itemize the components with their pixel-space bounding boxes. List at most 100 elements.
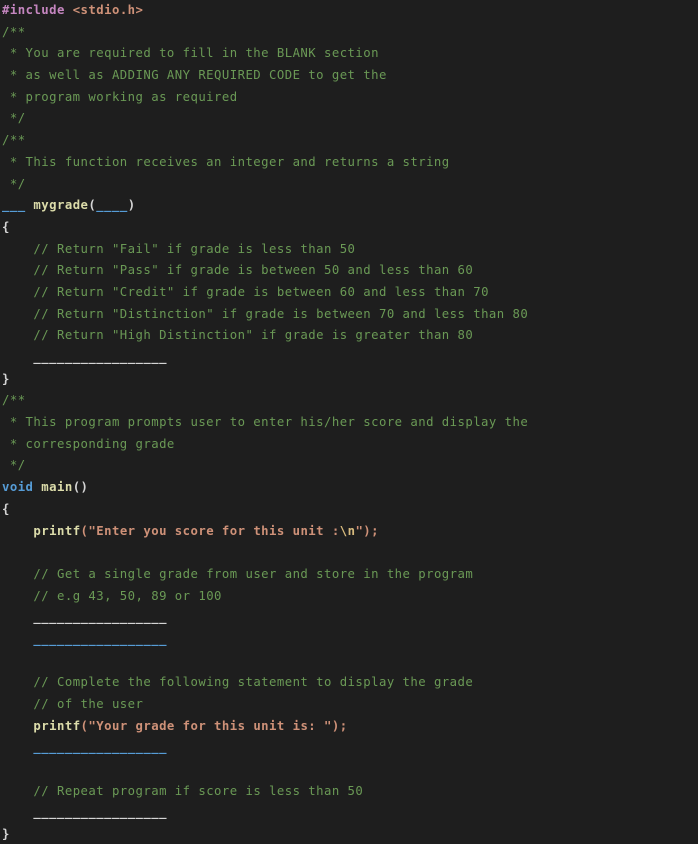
code-line-22: */: [0, 455, 698, 477]
code-line-20: * This program prompts user to enter his…: [0, 412, 698, 434]
comment-complete-statement: // Complete the following statement to d…: [33, 675, 474, 690]
code-line-1: #include <stdio.h>: [0, 0, 698, 22]
code-line-6: */: [0, 108, 698, 130]
code-line-2: /**: [0, 22, 698, 44]
code-line-18: }: [0, 369, 698, 391]
brace-open-main: {: [2, 501, 10, 516]
code-line-26-empty: [0, 542, 698, 564]
indent-29: [2, 610, 33, 624]
comment-this-program: * This program prompts user to enter his…: [2, 415, 529, 430]
code-line-8: * This function receives an integer and …: [0, 152, 698, 174]
comment-return-distinction: // Return "Distinction" if grade is betw…: [33, 306, 529, 321]
code-line-4: * as well as ADDING ANY REQUIRED CODE to…: [0, 65, 698, 87]
code-line-33: // of the user: [0, 694, 698, 716]
comment-you-are-required: * You are required to fill in the BLANK …: [2, 46, 379, 61]
code-line-32: // Complete the following statement to d…: [0, 672, 698, 694]
comment-program-working: * program working as required: [2, 89, 238, 104]
comment-eg-values: // e.g 43, 50, 89 or 100: [33, 588, 222, 603]
indent-30: [2, 632, 33, 646]
indent-13: [2, 263, 33, 277]
indent-37: [2, 784, 33, 798]
code-line-24: {: [0, 499, 698, 521]
comment-as-well-as: * as well as ADDING ANY REQUIRED CODE to…: [2, 68, 387, 83]
code-line-14: // Return "Credit" if grade is between 6…: [0, 282, 698, 304]
blank-fill-repeat-loop[interactable]: _________________: [33, 805, 167, 819]
printf-string-1-tail: ");: [355, 523, 379, 538]
blank-fill-read-input-2[interactable]: _________________: [33, 632, 167, 646]
code-line-30: _________________: [0, 629, 698, 651]
comment-repeat-program: // Repeat program if score is less than …: [33, 783, 364, 798]
preprocessor-hash-token: #: [2, 3, 10, 17]
code-line-13: // Return "Pass" if grade is between 50 …: [0, 260, 698, 282]
indent-15: [2, 307, 33, 321]
code-line-11: {: [0, 217, 698, 239]
code-line-17: _________________: [0, 347, 698, 369]
function-name-main: main: [41, 480, 73, 495]
block-comment-open-2: /**: [2, 133, 26, 148]
printf-string-2: ("Your grade for this unit is: ");: [80, 718, 348, 733]
comment-of-the-user: // of the user: [33, 697, 144, 711]
code-line-36-empty: [0, 759, 698, 781]
blank-fill-display-grade[interactable]: _________________: [33, 740, 167, 754]
indent-38: [2, 805, 33, 819]
indent-12: [2, 242, 33, 256]
indent-16: [2, 328, 33, 342]
code-line-29: _________________: [0, 607, 698, 629]
indent-27: [2, 567, 33, 581]
code-line-21: * corresponding grade: [0, 434, 698, 456]
comment-return-credit: // Return "Credit" if grade is between 6…: [33, 284, 489, 299]
brace-close-mygrade: }: [2, 371, 10, 386]
include-header-token: <stdio.h>: [64, 3, 144, 17]
code-editor-surface[interactable]: #include <stdio.h> /** * You are require…: [0, 0, 698, 844]
code-line-35: _________________: [0, 737, 698, 759]
indent-17: [2, 350, 33, 364]
indent-33: [2, 697, 33, 711]
blank-fill-mygrade-body[interactable]: _________________: [33, 350, 167, 364]
code-line-23: void main(): [0, 477, 698, 499]
code-line-25: printf("Enter you score for this unit :\…: [0, 521, 698, 543]
brace-open-mygrade: {: [2, 219, 10, 234]
preprocessor-include-token: include: [9, 3, 65, 17]
code-line-15: // Return "Distinction" if grade is betw…: [0, 304, 698, 326]
block-comment-close-3: */: [2, 458, 26, 473]
code-line-9: */: [0, 174, 698, 196]
indent-28: [2, 589, 33, 603]
function-call-printf-1: printf: [33, 523, 81, 538]
return-type-blank[interactable]: ___: [2, 198, 26, 212]
keyword-void: void: [2, 480, 34, 495]
printf-string-1: ("Enter you score for this unit :: [80, 523, 340, 538]
blank-fill-read-input-1[interactable]: _________________: [33, 610, 167, 624]
code-line-37: // Repeat program if score is less than …: [0, 781, 698, 803]
comment-this-function: * This function receives an integer and …: [2, 154, 450, 169]
parameter-blank[interactable]: ____: [96, 198, 127, 212]
code-line-19: /**: [0, 390, 698, 412]
comment-return-high-distinction: // Return "High Distinction" if grade is…: [33, 328, 474, 343]
indent-32: [2, 675, 33, 689]
code-line-39: }: [0, 824, 698, 844]
comment-return-pass: // Return "Pass" if grade is between 50 …: [33, 263, 474, 278]
code-line-38: _________________: [0, 802, 698, 824]
code-line-31-empty: [0, 651, 698, 673]
code-line-28: // e.g 43, 50, 89 or 100: [0, 586, 698, 608]
comment-corresponding-grade: * corresponding grade: [2, 436, 175, 451]
brace-close-main: }: [2, 827, 10, 842]
indent-34: [2, 719, 33, 733]
function-call-printf-2: printf: [33, 718, 81, 733]
block-comment-open: /**: [2, 24, 26, 39]
code-line-16: // Return "High Distinction" if grade is…: [0, 325, 698, 347]
main-parens: (): [72, 480, 89, 495]
code-line-5: * program working as required: [0, 87, 698, 109]
function-name-mygrade: mygrade: [33, 198, 89, 213]
code-line-3: * You are required to fill in the BLANK …: [0, 43, 698, 65]
comment-get-single-grade: // Get a single grade from user and stor…: [33, 566, 474, 581]
indent-35: [2, 740, 33, 754]
block-comment-close-2: */: [2, 176, 26, 191]
code-line-12: // Return "Fail" if grade is less than 5…: [0, 239, 698, 261]
code-line-27: // Get a single grade from user and stor…: [0, 564, 698, 586]
block-comment-open-3: /**: [2, 393, 26, 408]
indent-14: [2, 285, 33, 299]
close-paren: ): [127, 198, 136, 213]
code-line-34: printf("Your grade for this unit is: ");: [0, 716, 698, 738]
code-line-7: /**: [0, 130, 698, 152]
escape-newline: \n: [339, 523, 356, 538]
